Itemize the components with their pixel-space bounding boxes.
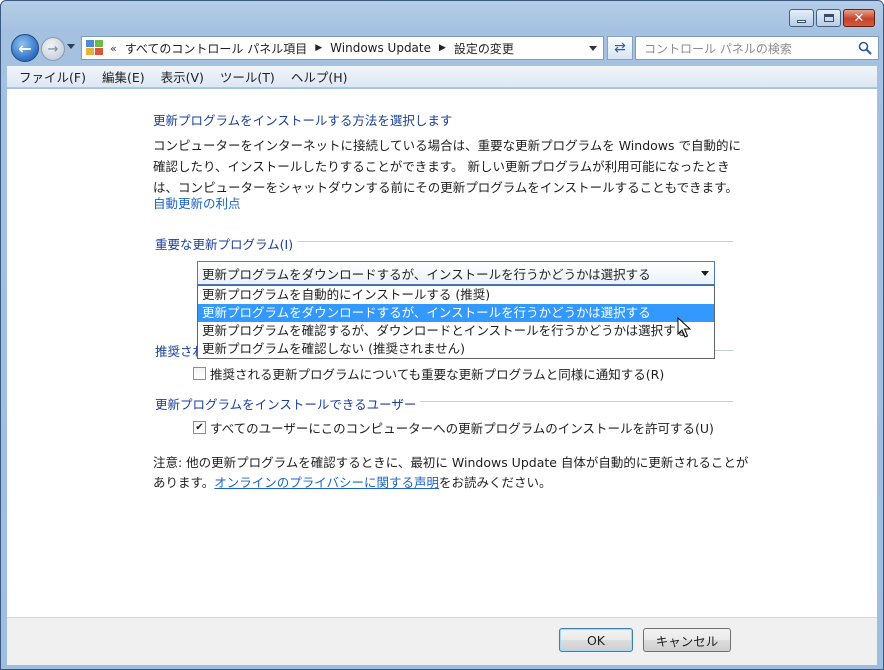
search-placeholder: コントロール パネルの検索 (644, 41, 792, 56)
note-text: 注意: 他の更新プログラムを確認するときに、最初に Windows Update… (153, 453, 753, 493)
recommended-updates-checkbox-label[interactable]: 推奨される更新プログラムについても重要な更新プログラムと同様に通知する(R) (210, 364, 664, 383)
who-can-install-group-title: 更新プログラムをインストールできるユーザー (155, 394, 421, 413)
menu-tools[interactable]: ツール(T) (212, 67, 283, 86)
page-title: 更新プログラムをインストールする方法を選択します (153, 113, 453, 128)
important-updates-selected-value: 更新プログラムをダウンロードするが、インストールを行うかどうかは選択する (202, 266, 651, 282)
allow-all-users-checkbox-row[interactable]: ✔ すべてのユーザーにこのコンピューターへの更新プログラムのインストールを許可す… (193, 418, 714, 437)
important-updates-options-list: 更新プログラムを自動的にインストールする (推奨) 更新プログラムをダウンロード… (197, 285, 715, 359)
back-arrow-icon: ← (18, 38, 32, 58)
forward-arrow-icon: → (47, 41, 59, 57)
dialog-footer: OK キャンセル (7, 617, 877, 665)
breadcrumb-overflow[interactable]: « (110, 42, 117, 55)
auto-update-benefits-link[interactable]: 自動更新の利点 (153, 193, 241, 212)
option-check-choose-download[interactable]: 更新プログラムを確認するが、ダウンロードとインストールを行うかどうかは選択する (198, 322, 714, 340)
option-never-check[interactable]: 更新プログラムを確認しない (推奨されません) (198, 340, 714, 358)
content-area: 更新プログラムをインストールする方法を選択します コンピューターをインターネット… (7, 89, 877, 617)
note-suffix: をお読みください。 (439, 475, 552, 490)
breadcrumb-change-settings[interactable]: 設定の変更 (454, 40, 514, 57)
refresh-icon: ⇄ (614, 40, 626, 56)
description-text: コンピューターをインターネットに接続している場合は、重要な更新プログラムを Wi… (153, 138, 741, 195)
maximize-icon (823, 14, 834, 22)
minimize-icon (797, 19, 806, 23)
recent-pages-dropdown[interactable] (67, 44, 75, 49)
search-input[interactable]: コントロール パネルの検索 (635, 36, 879, 60)
control-panel-icon (86, 40, 104, 56)
menu-file[interactable]: ファイル(F) (11, 67, 94, 86)
breadcrumb-separator-icon[interactable]: ▶ (315, 43, 322, 53)
search-icon[interactable] (858, 41, 872, 55)
important-updates-dropdown[interactable]: 更新プログラムをダウンロードするが、インストールを行うかどうかは選択する (197, 261, 715, 285)
close-button[interactable]: ✕ (843, 9, 875, 27)
option-download-choose-install[interactable]: 更新プログラムをダウンロードするが、インストールを行うかどうかは選択する (198, 304, 714, 322)
back-button[interactable]: ← (11, 34, 39, 62)
ok-button[interactable]: OK (559, 628, 633, 652)
refresh-button[interactable]: ⇄ (607, 36, 633, 60)
menu-bar: ファイル(F) 編集(E) 表示(V) ツール(T) ヘルプ(H) (7, 66, 877, 88)
allow-all-users-checkbox[interactable]: ✔ (193, 421, 206, 434)
address-bar[interactable]: « すべてのコントロール パネル項目 ▶ Windows Update ▶ 設定… (81, 36, 604, 60)
chevron-down-icon (701, 271, 709, 276)
maximize-button[interactable] (816, 9, 841, 27)
menu-view[interactable]: 表示(V) (153, 67, 212, 86)
checkmark-icon: ✔ (195, 422, 204, 433)
menu-help[interactable]: ヘルプ(H) (283, 67, 356, 86)
address-dropdown-icon[interactable] (589, 46, 597, 51)
navigation-bar: ← → « すべてのコントロール パネル項目 ▶ Windows Update … (7, 33, 879, 63)
close-icon: ✕ (853, 10, 865, 26)
minimize-button[interactable] (789, 9, 814, 27)
menu-edit[interactable]: 編集(E) (94, 67, 153, 86)
forward-button[interactable]: → (41, 37, 65, 61)
breadcrumb-windows-update[interactable]: Windows Update (330, 41, 431, 55)
privacy-statement-link[interactable]: オンラインのプライバシーに関する声明 (214, 475, 439, 490)
breadcrumb-all-items[interactable]: すべてのコントロール パネル項目 (125, 40, 308, 57)
mouse-cursor-icon (677, 317, 691, 338)
breadcrumb-separator-icon[interactable]: ▶ (439, 43, 446, 53)
allow-all-users-checkbox-label[interactable]: すべてのユーザーにこのコンピューターへの更新プログラムのインストールを許可する(… (210, 418, 714, 437)
important-updates-group-title: 重要な更新プログラム(I) (155, 234, 298, 253)
caption-buttons: ✕ (789, 9, 875, 27)
recommended-updates-checkbox-row[interactable]: 推奨される更新プログラムについても重要な更新プログラムと同様に通知する(R) (193, 364, 664, 383)
window: ✕ ← → « すべてのコントロール パネル項目 ▶ Windows Updat… (0, 0, 884, 670)
recommended-updates-checkbox[interactable] (193, 367, 206, 380)
cancel-button[interactable]: キャンセル (643, 628, 731, 652)
option-install-automatically[interactable]: 更新プログラムを自動的にインストールする (推奨) (198, 286, 714, 304)
